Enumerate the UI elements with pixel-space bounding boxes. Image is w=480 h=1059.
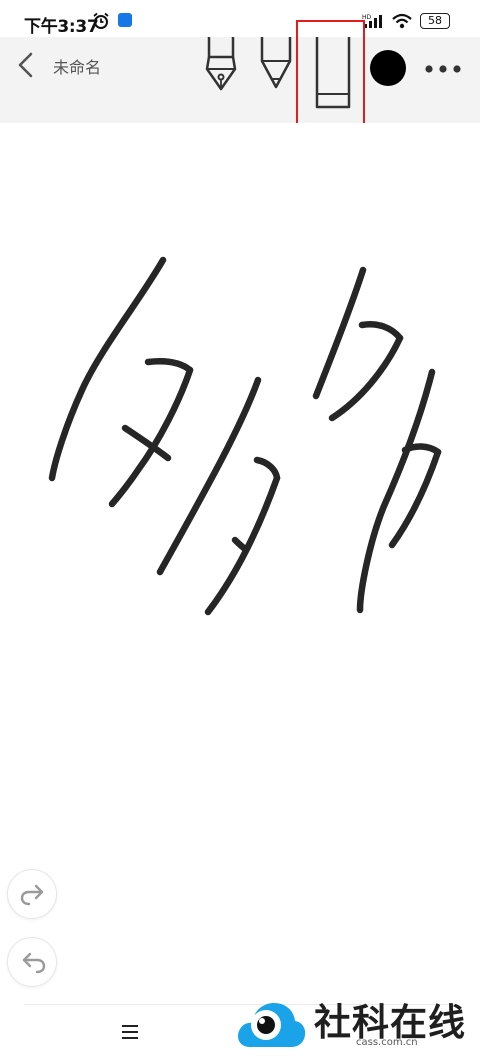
selected-tool-highlight [296,20,365,137]
redo-button[interactable] [7,869,57,919]
signal-icon: HD [362,14,382,28]
toolbar: 未命名 [0,20,480,137]
undo-icon [22,952,46,974]
handwriting-strokes [48,256,442,616]
stroke [401,443,442,456]
back-icon[interactable] [14,51,40,79]
status-indicators: HD 58 [362,12,450,30]
stroke [144,358,194,374]
alarm-icon [93,12,109,29]
menu-icon[interactable] [120,1022,142,1042]
cloud-logo-icon [238,1003,306,1047]
stroke [253,456,281,482]
stroke [358,321,404,342]
watermark-domain: cass.com.cn [356,1037,418,1048]
stroke [312,266,367,400]
stroke [328,334,404,422]
battery-icon: 58 [420,13,450,29]
redo-icon [20,884,44,906]
more-options-icon[interactable] [424,64,462,74]
pen-color-swatch[interactable] [370,50,406,86]
app-notification-icon [118,13,132,27]
stroke [108,366,194,508]
drawing-canvas[interactable] [0,123,480,1003]
watermark: 社科在线 cass.com.cn [236,992,476,1056]
document-title[interactable]: 未命名 [53,54,101,78]
status-time: 下午3:37 [24,17,99,37]
marker-pen-icon[interactable] [255,37,297,93]
undo-button[interactable] [7,937,57,987]
fountain-pen-icon[interactable] [200,37,242,93]
stroke [231,536,250,554]
wifi-icon [392,13,412,29]
status-bar: 下午3:37 HD 58 [0,0,480,37]
